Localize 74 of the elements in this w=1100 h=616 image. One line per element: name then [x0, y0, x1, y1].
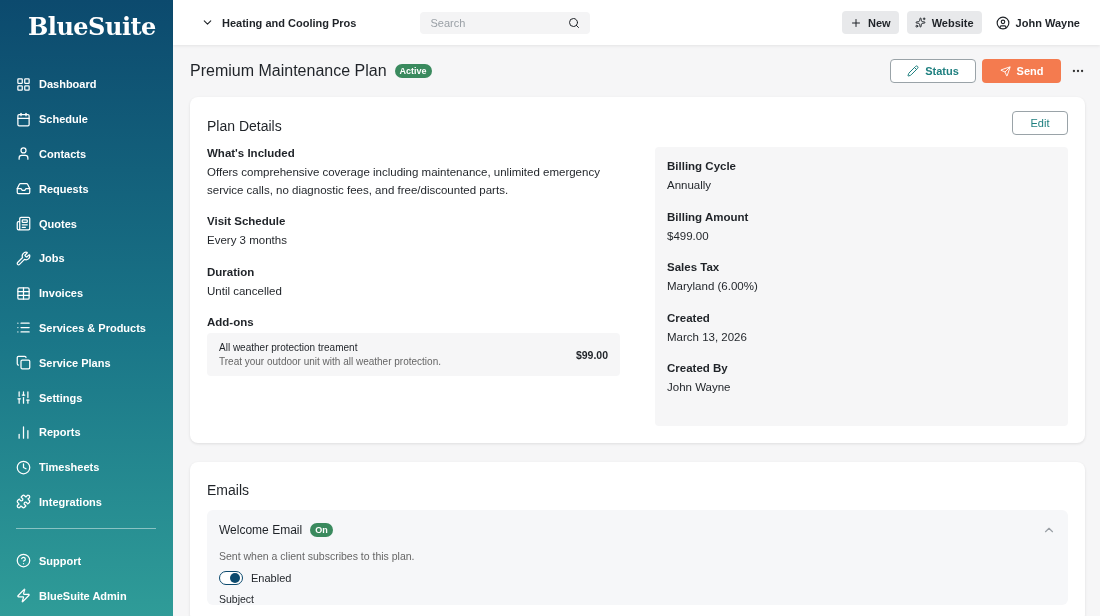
sliders-icon — [16, 390, 31, 406]
email-title: Welcome Email — [219, 522, 303, 537]
field-label: Billing Cycle — [667, 160, 738, 172]
search-icon — [568, 16, 581, 29]
field-label: Billing Amount — [667, 210, 750, 223]
sidebar-item[interactable]: Timesheets — [16, 449, 100, 485]
card-title: Emails — [207, 481, 249, 498]
field-label: Created — [667, 311, 711, 324]
inbox-icon — [16, 181, 31, 197]
sidebar-item[interactable]: Jobs — [16, 241, 65, 276]
field-value: March 13, 2026 — [667, 329, 748, 345]
field-label: Created By — [667, 362, 729, 374]
page-title: Premium Maintenance Plan — [190, 62, 387, 80]
field-value: Maryland (6.00%) — [667, 279, 759, 294]
sidebar-item[interactable]: BlueSuite Admin — [16, 578, 127, 613]
edit-button[interactable]: Edit — [1012, 111, 1068, 135]
calendar-icon — [16, 111, 31, 127]
sidebar-item[interactable]: Integrations — [16, 484, 102, 520]
user-icon — [995, 15, 1010, 30]
field-value: $499.00 — [667, 228, 710, 244]
grid-icon — [16, 76, 31, 92]
pencil-icon — [907, 65, 920, 77]
addon-price: $99.00 — [575, 348, 608, 361]
plus-icon — [850, 16, 862, 29]
sidebar-item[interactable]: Schedule — [16, 101, 88, 137]
field-label: Duration — [207, 265, 256, 278]
search-field[interactable]: Search — [420, 11, 591, 34]
status-button[interactable]: Status — [890, 59, 976, 83]
field-label: Add-ons — [207, 316, 255, 328]
table-icon — [16, 285, 31, 301]
wrench-icon — [16, 250, 31, 266]
sidebar-item[interactable]: Support — [16, 543, 82, 579]
help-icon — [16, 553, 31, 569]
field-value: Until cancelled — [207, 283, 283, 299]
sidebar-item[interactable]: Contacts — [16, 136, 87, 172]
field-label: Subject — [219, 592, 256, 605]
field-value: Annually — [667, 178, 713, 193]
email-description: Sent when a client subscribes to this plan. — [219, 549, 416, 562]
toggle-switch[interactable] — [219, 570, 243, 585]
field-label: What's Included — [207, 147, 296, 159]
sparkles-icon — [914, 17, 926, 28]
field-label: Sales Tax — [667, 261, 721, 273]
copy-icon — [16, 355, 31, 371]
brand-logo: BlueSuite — [28, 12, 157, 41]
lightning-icon — [16, 588, 31, 604]
sidebar-item[interactable]: Requests — [16, 171, 89, 207]
status-badge: Active — [394, 64, 432, 78]
user-menu[interactable]: John Wayne — [995, 15, 1080, 30]
send-icon — [999, 65, 1011, 77]
newspaper-icon — [16, 216, 31, 232]
status-badge: On — [310, 522, 333, 537]
new-button[interactable]: New — [842, 11, 899, 34]
sidebar-item[interactable]: Reports — [16, 414, 81, 450]
sidebar-item[interactable]: Dashboard — [16, 67, 97, 102]
sidebar-item[interactable]: Invoices — [16, 275, 84, 311]
company-selector[interactable]: Heating and Cooling Pros — [201, 16, 357, 29]
addon-description: Treat your outdoor unit with all weather protection. — [219, 356, 441, 367]
sidebar-item[interactable]: Settings — [16, 380, 83, 415]
card-title: Plan Details — [207, 118, 282, 134]
website-button[interactable]: Website — [906, 11, 982, 34]
list-icon — [16, 320, 31, 336]
addon-name: All weather protection treament — [219, 342, 359, 353]
toggle-label: Enabled — [251, 571, 292, 584]
puzzle-icon — [16, 494, 31, 510]
bar-chart-icon — [16, 424, 31, 440]
person-icon — [16, 146, 31, 162]
field-value: Offers comprehensive coverage including maintenance, unlimited emergency service calls, no diagnostic fees, and free/discounted parts. — [207, 165, 601, 198]
sidebar-item[interactable]: Quotes — [16, 206, 77, 241]
field-label: Visit Schedule — [207, 215, 287, 227]
clock-icon — [16, 459, 31, 475]
field-value: John Wayne — [667, 380, 732, 395]
sidebar-item[interactable]: Services & Products — [16, 310, 146, 346]
field-value: Every 3 months — [207, 233, 288, 248]
sidebar-item[interactable]: Service Plans — [16, 345, 111, 381]
